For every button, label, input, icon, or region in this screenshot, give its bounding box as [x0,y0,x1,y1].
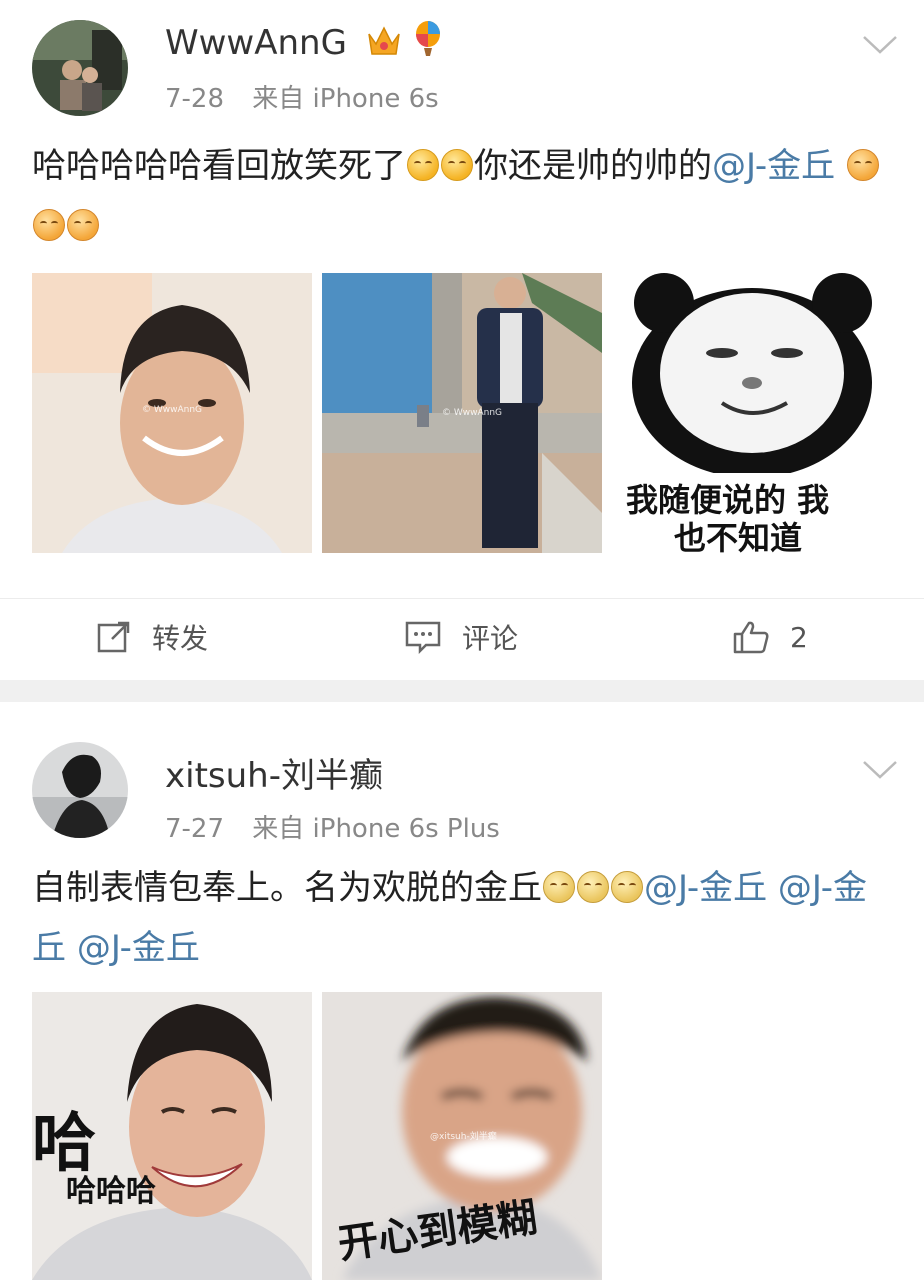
avatar[interactable] [32,20,128,116]
repost-icon [97,621,130,653]
balloon-icon [413,20,443,67]
mention-link[interactable]: @J-金丘 [644,868,767,908]
like-count: 2 [790,620,808,654]
comment-icon [405,621,441,655]
post-meta: 7-27 来自 iPhone 6s Plus [165,808,500,845]
post-image-2[interactable]: © WwwAnnG [322,273,602,553]
sleepy-emoji-icon [846,149,879,181]
post-text: 自制表情包奉上。名为欢脱的金丘 @J-金丘 @J-金丘 @J-金丘 [32,868,867,968]
post-image-1[interactable]: © WwwAnnG [32,273,312,553]
username[interactable]: WwwAnnG [165,20,443,67]
doge-emoji-icon [577,871,609,903]
weibo-post-2: xitsuh-刘半癫 7-27 来自 iPhone 6s Plus 自制表情包奉… [0,702,924,1280]
image-watermark: © WwwAnnG [442,408,503,418]
chevron-down-icon[interactable] [862,35,898,55]
like-button[interactable]: 2 [732,617,808,657]
doge-emoji-icon [543,871,575,903]
post-image-3[interactable]: 我随便说的 我 也不知道 [612,273,892,553]
repost-button[interactable]: 转发 [96,617,208,657]
chevron-down-icon[interactable] [862,760,898,780]
thumbs-up-icon [733,621,769,654]
smile-emoji-icon [407,149,439,181]
username[interactable]: xitsuh-刘半癫 [165,748,383,797]
mention-link[interactable]: @J-金丘 [77,928,200,968]
weibo-post-1: WwwAnnG 7-28 来自 iPhone 6s 哈哈哈哈哈看回放笑死了 你还是… [0,0,924,680]
post-date: 7-27 [165,814,225,844]
post-divider [0,680,924,702]
post-meta: 7-28 来自 iPhone 6s [165,78,439,115]
smile-emoji-icon [441,149,473,181]
meme-caption-line2: 也不知道 [674,519,803,553]
image-watermark: @xitsuh-刘半癫 [430,1132,497,1142]
meme-caption-small: 哈哈哈 [66,1174,156,1209]
image-watermark: © WwwAnnG [142,405,203,415]
doge-emoji-icon [611,871,643,903]
post-source: 来自 iPhone 6s Plus [252,814,500,844]
post-text: 哈哈哈哈哈看回放笑死了 你还是帅的帅的@J-金丘 [32,136,884,256]
post-source: 来自 iPhone 6s [252,84,439,114]
avatar[interactable] [32,742,128,838]
mention-link[interactable]: @J-金丘 [712,146,835,186]
post-image-1[interactable]: 哈 哈哈哈 [32,992,312,1280]
comment-button[interactable]: 评论 [404,617,518,657]
crown-icon [366,24,402,67]
post-image-2[interactable]: @xitsuh-刘半癫 开心到模糊 [322,992,602,1280]
sleepy-emoji-icon [67,209,99,241]
sleepy-emoji-icon [33,209,65,241]
action-bar: 转发 评论 2 [0,598,924,679]
post-date: 7-28 [165,84,225,114]
